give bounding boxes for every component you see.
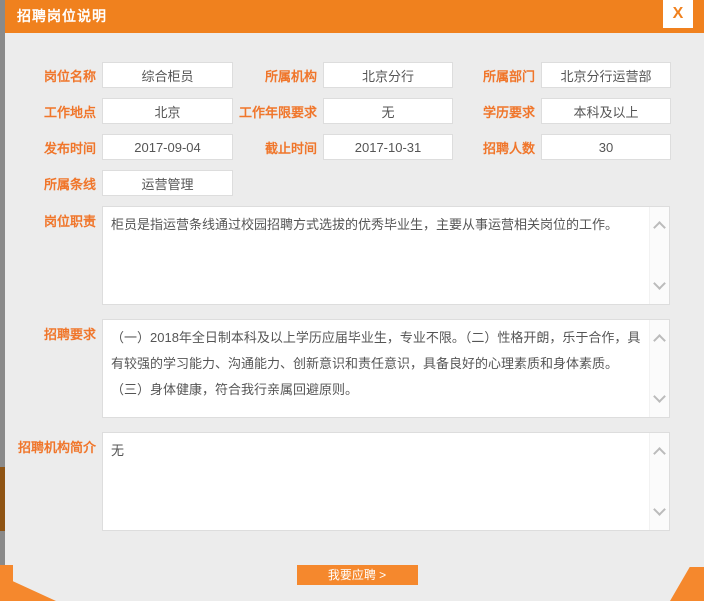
duties-scrollbar[interactable] <box>649 207 669 304</box>
deadline-input[interactable] <box>323 134 453 160</box>
publish-date-label: 发布时间 <box>10 138 102 157</box>
modal-header: 招聘岗位说明 <box>5 0 704 33</box>
deadline-label: 截止时间 <box>233 138 323 157</box>
agency-intro-textarea-box: 无 <box>102 432 670 531</box>
close-icon: X <box>673 5 684 22</box>
form-row-3: 发布时间 截止时间 招聘人数 <box>10 134 704 160</box>
apply-button[interactable]: 我要应聘 > <box>297 565 418 585</box>
education-label: 学历要求 <box>453 102 541 121</box>
experience-label: 工作年限要求 <box>233 102 323 121</box>
headcount-label: 招聘人数 <box>453 138 541 157</box>
duties-textarea[interactable]: 柜员是指运营条线通过校园招聘方式选拔的优秀毕业生，主要从事运营相关岗位的工作。 <box>103 207 649 304</box>
requirements-section: 招聘要求 （一）2018年全日制本科及以上学历应届毕业生，专业不限。（二）性格开… <box>10 319 704 418</box>
scroll-up-icon[interactable] <box>653 221 666 234</box>
publish-date-input[interactable] <box>102 134 233 160</box>
agency-intro-label: 招聘机构简介 <box>10 432 102 456</box>
job-detail-modal: 招聘岗位说明 X 岗位名称 所属机构 所属部门 工作地点 工作年限要求 学历要求… <box>0 0 704 601</box>
agency-intro-section: 招聘机构简介 无 <box>10 432 704 531</box>
duties-label: 岗位职责 <box>10 206 102 230</box>
work-location-label: 工作地点 <box>10 102 102 121</box>
department-input[interactable] <box>541 62 671 88</box>
organization-input[interactable] <box>323 62 453 88</box>
experience-input[interactable] <box>323 98 453 124</box>
modal-body: 岗位名称 所属机构 所属部门 工作地点 工作年限要求 学历要求 发布时间 截止时… <box>5 33 704 585</box>
requirements-textarea[interactable]: （一）2018年全日制本科及以上学历应届毕业生，专业不限。（二）性格开朗，乐于合… <box>103 320 649 417</box>
department-label: 所属部门 <box>453 66 541 85</box>
requirements-scrollbar[interactable] <box>649 320 669 417</box>
agency-intro-scrollbar[interactable] <box>649 433 669 530</box>
scroll-down-icon[interactable] <box>653 390 666 403</box>
organization-label: 所属机构 <box>233 66 323 85</box>
requirements-label: 招聘要求 <box>10 319 102 343</box>
scroll-down-icon[interactable] <box>653 277 666 290</box>
duties-textarea-box: 柜员是指运营条线通过校园招聘方式选拔的优秀毕业生，主要从事运营相关岗位的工作。 <box>102 206 670 305</box>
agency-intro-textarea[interactable]: 无 <box>103 433 649 530</box>
requirements-textarea-box: （一）2018年全日制本科及以上学历应届毕业生，专业不限。（二）性格开朗，乐于合… <box>102 319 670 418</box>
scroll-up-icon[interactable] <box>653 334 666 347</box>
position-name-label: 岗位名称 <box>10 66 102 85</box>
duties-section: 岗位职责 柜员是指运营条线通过校园招聘方式选拔的优秀毕业生，主要从事运营相关岗位… <box>10 206 704 305</box>
modal-title: 招聘岗位说明 <box>5 0 704 33</box>
scroll-up-icon[interactable] <box>653 447 666 460</box>
position-name-input[interactable] <box>102 62 233 88</box>
scroll-down-icon[interactable] <box>653 503 666 516</box>
form-row-1: 岗位名称 所属机构 所属部门 <box>10 62 704 88</box>
close-button[interactable]: X <box>663 0 693 28</box>
headcount-input[interactable] <box>541 134 671 160</box>
education-input[interactable] <box>541 98 671 124</box>
business-line-input[interactable] <box>102 170 233 196</box>
work-location-input[interactable] <box>102 98 233 124</box>
business-line-label: 所属条线 <box>10 174 102 193</box>
form-row-2: 工作地点 工作年限要求 学历要求 <box>10 98 704 124</box>
form-row-4: 所属条线 <box>10 170 704 196</box>
